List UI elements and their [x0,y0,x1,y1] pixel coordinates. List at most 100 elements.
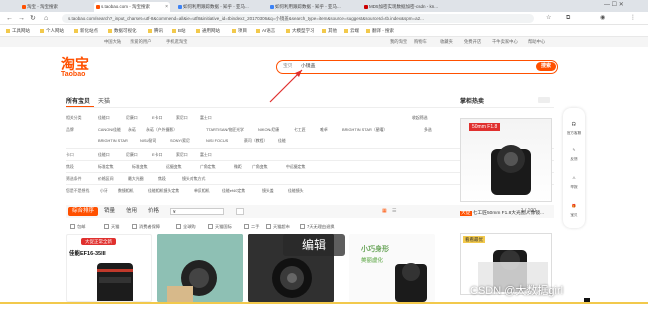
filter-option[interactable]: 广角定焦 [200,163,216,171]
sort-price-button[interactable]: 价格 [148,205,159,218]
bookmark-item[interactable]: 新化站点 [74,27,98,35]
browser-tab[interactable]: 如何利用跟踪数据 - 知乎 - 亚马... [176,2,264,12]
suggest-link[interactable]: 镜头盖 [262,187,274,195]
bookmark-item[interactable]: 项目 [232,27,247,35]
site-nav-item[interactable]: 帮助中心 [528,39,545,45]
filter-option[interactable]: 索尼口 [176,114,188,122]
price-max-input[interactable] [236,208,244,215]
bookmark-item[interactable]: 翻译 - 搜索 [366,27,394,35]
filter-option[interactable]: 永诺 [128,126,136,134]
filter-option[interactable]: 佳能口 [98,151,110,159]
suggest-link[interactable]: 单反相机 [194,187,210,195]
back-icon[interactable]: ← [6,14,13,23]
product-card[interactable]: 大促正常全新 佳能EF16-35III [66,234,152,302]
bookmark-item[interactable]: 大模型学习 [286,27,315,35]
extensions-icon[interactable]: ⧉ [566,14,570,23]
filter-option[interactable]: 富士口 [200,151,212,159]
collapse-filters-button[interactable]: 收起筛选 [412,114,428,122]
filter-option[interactable]: E卡口 [152,151,162,159]
price-min-input[interactable]: ¥ [170,208,224,215]
reload-icon[interactable]: ↻ [30,14,36,23]
forward-icon[interactable]: → [18,14,25,23]
option-checkbox[interactable]: 7天无理由退换 [300,223,334,231]
option-checkbox[interactable]: 天猫超市 [266,223,290,231]
filter-dropdown[interactable]: 最大光圈 [128,175,144,183]
bookmark-item[interactable]: 通用网站 [196,27,220,35]
site-nav-item[interactable]: 我的淘宝 [390,39,407,45]
window-controls[interactable]: — ☐ ✕ [604,1,624,8]
filter-option[interactable]: 蔡司（教程） [244,137,267,145]
filter-option[interactable]: 唯卓 [320,126,328,134]
filter-option[interactable]: 标准定焦 [98,163,114,171]
filter-option[interactable]: SONY/索尼 [170,137,190,145]
filter-option[interactable]: 远摄变焦 [166,163,182,171]
filter-option[interactable]: 佳能口 [98,114,110,122]
search-button[interactable]: 搜索 [536,62,556,71]
filter-option[interactable]: 尼康口 [126,151,138,159]
bookmark-item[interactable]: AI语言 [256,27,275,35]
browser-tab[interactable]: MD5加密实现数据加密-csdn - kn... [362,2,458,12]
filter-option[interactable]: 佳能 [278,137,286,145]
site-nav-item[interactable]: 购物车 [414,39,427,45]
filter-option[interactable]: BRIGHTIN STAR [98,137,128,145]
filter-dropdown[interactable]: 焦段 [158,175,166,183]
edit-button[interactable]: 编辑 [283,234,345,256]
option-checkbox[interactable]: 天猫国际 [208,223,232,231]
site-nav-item[interactable]: 千牛卖家中心 [492,39,518,45]
site-nav-item[interactable]: 手机逛淘宝 [166,39,187,45]
filter-option[interactable]: 七工匠 [294,126,306,134]
multi-select-button[interactable]: 多选 [424,126,432,134]
filter-option[interactable]: 索尼口 [176,151,188,159]
site-nav-item[interactable]: 免费开店 [464,39,481,45]
filter-option[interactable]: 广角变焦 [252,163,268,171]
report-button[interactable]: ⚠ 举报 [563,176,585,190]
bookmark-item[interactable]: 云端 [344,27,359,35]
bookmark-item[interactable]: 工具网站 [6,27,30,35]
filter-option[interactable]: 标准变焦 [132,163,148,171]
sort-sales-button[interactable]: 销量 [104,205,115,218]
site-nav-item[interactable]: 亲爱的用户 [130,39,151,45]
url-field[interactable]: s.taobao.com/search?_input_charset=utf-8… [62,14,534,23]
list-view-icon[interactable]: ☰ [392,208,396,214]
filter-option[interactable]: NISI FOCUS [206,137,228,145]
home-icon[interactable]: ⌂ [44,14,48,23]
tab-all-items[interactable]: 所有宝贝 [66,96,90,105]
option-checkbox[interactable]: 全球购 [176,223,196,231]
site-nav-item[interactable]: 中国大陆 [104,39,121,45]
site-nav-item[interactable]: 收藏夹 [440,39,453,45]
filter-option[interactable]: E卡口 [152,114,162,122]
menu-icon[interactable]: ⋮ [630,14,636,23]
grid-view-icon[interactable]: ▦ [382,208,387,214]
suggest-link[interactable]: 数镜相机 [118,187,134,195]
search-box[interactable]: 宝贝 小镜盖 搜索 [276,60,558,74]
filter-dropdown[interactable]: 价格区间 [98,175,114,183]
option-checkbox[interactable]: 包邮 [70,223,85,231]
service-button[interactable]: 🎧 官方客服 [563,122,585,136]
filter-option[interactable]: 中远摄定焦 [286,163,305,171]
feedback-button[interactable]: ✎ 反馈 [563,148,585,162]
filter-option[interactable]: 微距 [234,163,242,171]
browser-tab[interactable]: 如何利用跟踪数据 - 知乎 - 亚马... [268,2,358,12]
filter-option[interactable]: NISI/耐司 [140,137,156,145]
hot-item-image[interactable]: 50mm F1.8 [460,118,552,202]
option-checkbox[interactable]: 消费者保障 [132,223,160,231]
taobao-logo[interactable]: 淘宝 Taobao [61,57,89,79]
profile-icon[interactable]: ◉ [600,14,605,23]
items-button[interactable]: 🎁 宝贝 [563,204,585,218]
product-card[interactable]: 小巧身形 美丽虚化 [349,234,435,302]
filter-option[interactable]: 尼康口 [126,114,138,122]
suggest-link[interactable]: 小牙 [100,187,108,195]
filter-option[interactable]: 永诺（户外摄影） [146,126,177,134]
option-checkbox[interactable]: 天猫 [104,223,119,231]
hot-item-title[interactable]: 大促 七工匠50mm F1.8大光圈人像镜... [460,209,556,216]
filter-option[interactable]: TTARTISAN/铭匠光学 [206,126,244,134]
bookmark-item[interactable]: 数据可视化 [108,27,137,35]
bookmark-item[interactable]: B站 [172,27,186,35]
filter-dropdown[interactable]: 镜头对焦方式 [182,175,205,183]
filter-option[interactable]: NIKON/尼康 [258,126,279,134]
browser-tab-active[interactable]: s.taobao.com - 淘宝搜索 × [94,2,170,12]
bookmark-item[interactable]: 腾讯 [148,27,163,35]
star-icon[interactable]: ☆ [546,14,551,23]
filter-option[interactable]: 富士口 [200,114,212,122]
suggest-link[interactable]: 佳能相机镜头定焦 [148,187,179,195]
